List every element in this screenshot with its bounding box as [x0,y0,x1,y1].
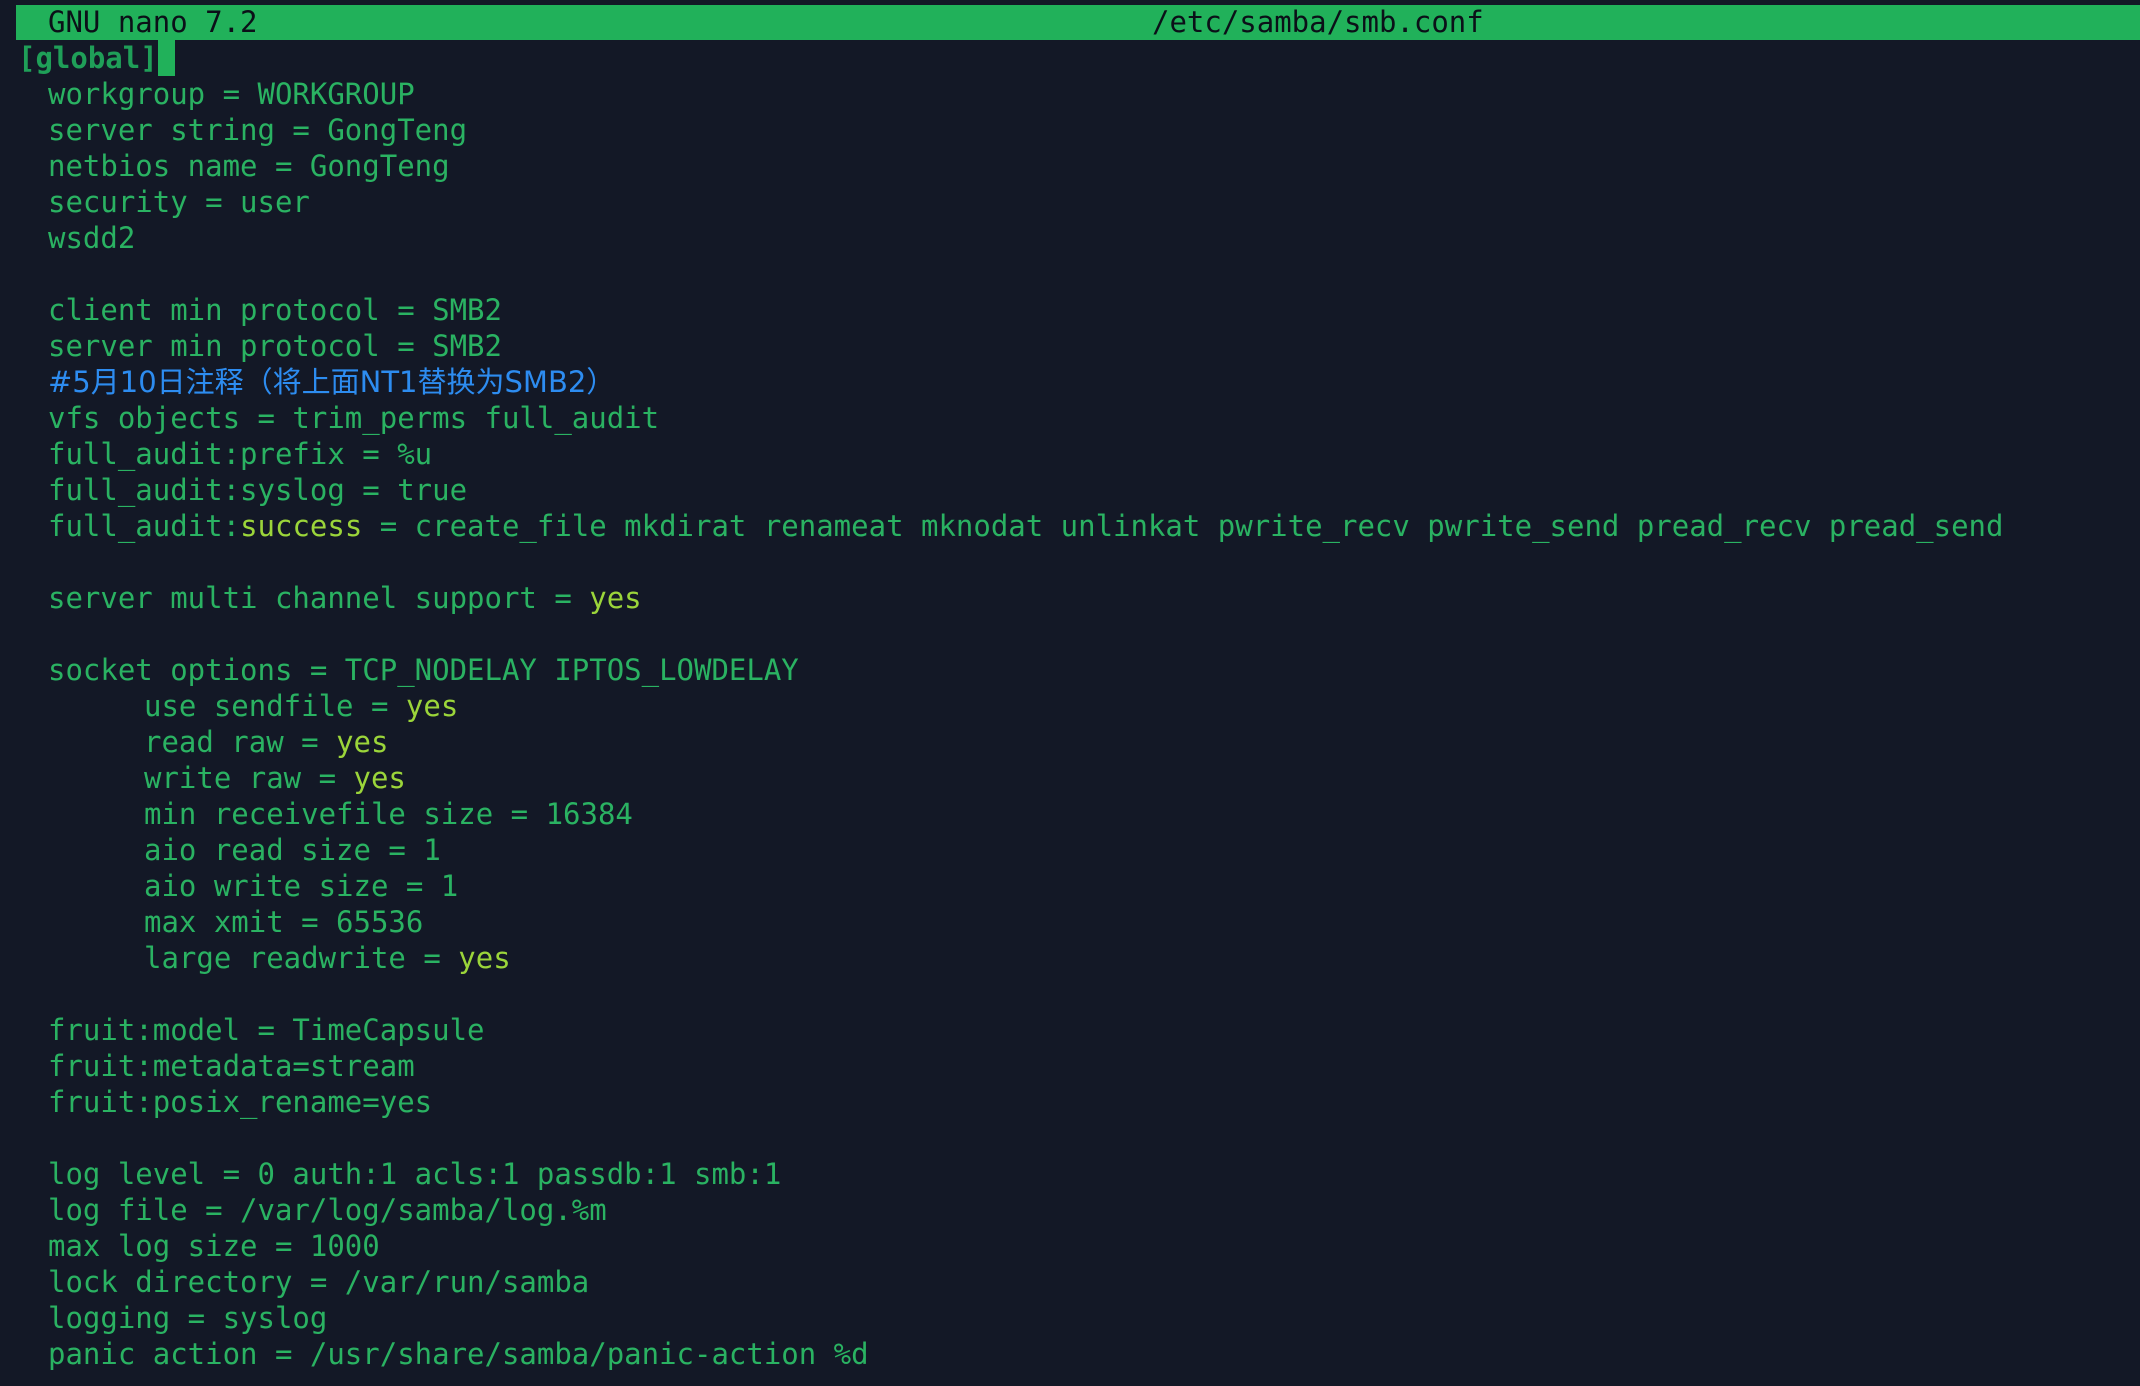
config-line-log-file[interactable]: log file = /var/log/samba/log.%m [48,1192,607,1228]
config-line-aio-write[interactable]: aio write size = 1 [144,868,458,904]
config-line-audit-prefix[interactable]: full_audit:prefix = %u [48,436,432,472]
config-line-security[interactable]: security = user [48,184,310,220]
config-line-audit-syslog[interactable]: full_audit:syslog = true [48,472,467,508]
config-line-fruit-metadata[interactable]: fruit:metadata=stream [48,1048,415,1084]
config-line-wsdd2[interactable]: wsdd2 [48,220,135,256]
text-cursor [157,40,175,76]
config-line-log-level[interactable]: log level = 0 auth:1 acls:1 passdb:1 smb… [48,1156,781,1192]
config-line-audit-success[interactable]: full_audit:success = create_file mkdirat… [48,508,2003,544]
config-line-workgroup[interactable]: workgroup = WORKGROUP [48,76,415,112]
nano-titlebar: GNU nano 7.2 /etc/samba/smb.conf [16,5,2140,40]
config-line-large-readwrite[interactable]: large readwrite = yes [144,940,511,976]
config-line-max-xmit[interactable]: max xmit = 65536 [144,904,423,940]
config-section-header[interactable]: [global] [18,40,175,76]
config-line-netbios-name[interactable]: netbios name = GongTeng [48,148,450,184]
config-line-aio-read[interactable]: aio read size = 1 [144,832,441,868]
config-line-use-sendfile[interactable]: use sendfile = yes [144,688,458,724]
config-line-read-raw[interactable]: read raw = yes [144,724,388,760]
config-line-logging[interactable]: logging = syslog [48,1300,327,1336]
config-line-panic-action[interactable]: panic action = /usr/share/samba/panic-ac… [48,1336,869,1372]
config-line-socket-options[interactable]: socket options = TCP_NODELAY IPTOS_LOWDE… [48,652,799,688]
config-line-server-min-protocol[interactable]: server min protocol = SMB2 [48,328,502,364]
config-line-fruit-posix[interactable]: fruit:posix_rename=yes [48,1084,432,1120]
config-line-min-receivefile[interactable]: min receivefile size = 16384 [144,796,633,832]
config-line-max-log-size[interactable]: max log size = 1000 [48,1228,380,1264]
file-path: /etc/samba/smb.conf [1152,5,1484,39]
config-line-lock-directory[interactable]: lock directory = /var/run/samba [48,1264,589,1300]
config-line-multichannel[interactable]: server multi channel support = yes [48,580,642,616]
config-comment[interactable]: #5月10日注释（将上面NT1替换为SMB2） [48,364,615,400]
config-line-server-string[interactable]: server string = GongTeng [48,112,467,148]
app-version: GNU nano 7.2 [48,5,258,39]
config-line-write-raw[interactable]: write raw = yes [144,760,406,796]
config-line-vfs-objects[interactable]: vfs objects = trim_perms full_audit [48,400,659,436]
config-line-client-min-protocol[interactable]: client min protocol = SMB2 [48,292,502,328]
editor-area[interactable]: [global] workgroup = WORKGROUP server st… [0,40,2140,1386]
config-line-fruit-model[interactable]: fruit:model = TimeCapsule [48,1012,485,1048]
